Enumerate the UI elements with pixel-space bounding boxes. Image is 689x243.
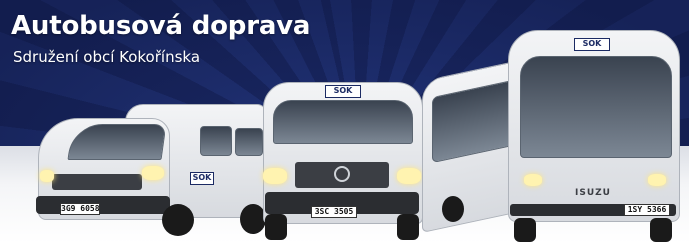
bus-right-wheel-right [650, 218, 672, 242]
bus-right-windshield [520, 56, 672, 158]
mercedes-star-icon [334, 166, 350, 182]
header-banner: Autobusová doprava Sdružení obcí Kokořín… [0, 0, 689, 243]
van-left-headlight-right [142, 166, 164, 180]
bus-right-headlight-left [524, 174, 542, 186]
van-center-sok-logo: SOK [325, 85, 361, 98]
van-center-headlight-left [263, 168, 287, 184]
page-subtitle: Sdružení obcí Kokořínska [13, 48, 201, 66]
van-left-grille [52, 174, 142, 190]
van-left-wheel [162, 204, 194, 236]
page-title: Autobusová doprava [11, 11, 311, 41]
bus-right-brand: ISUZU [575, 188, 611, 198]
van-left-bumper [36, 196, 170, 214]
bus-right-rear-wheel [442, 196, 464, 222]
van-center-wheel-left [265, 214, 287, 240]
bus-right-wheel-left [514, 218, 536, 242]
bus-right-image: SOK ISUZU 1SY 5366 [420, 28, 689, 243]
bus-right-license-plate: 1SY 5366 [624, 204, 670, 216]
van-center-windshield [273, 100, 413, 144]
van-left-windshield [67, 124, 167, 160]
van-left-headlight-left [40, 170, 54, 182]
van-center-license-plate: 3SC 3505 [311, 206, 357, 218]
van-left-side-window [200, 126, 232, 156]
van-center-headlight-right [397, 168, 421, 184]
bus-right-headlight-right [648, 174, 666, 186]
van-left-sok-logo: SOK [190, 172, 214, 185]
bus-right-sok-logo: SOK [574, 38, 610, 51]
van-center-wheel-right [397, 214, 419, 240]
van-left-license-plate: 3G9 6058 [60, 203, 100, 215]
van-center-image: SOK 3SC 3505 [255, 80, 430, 243]
van-left-image: SOK 3G9 6058 [30, 96, 270, 243]
